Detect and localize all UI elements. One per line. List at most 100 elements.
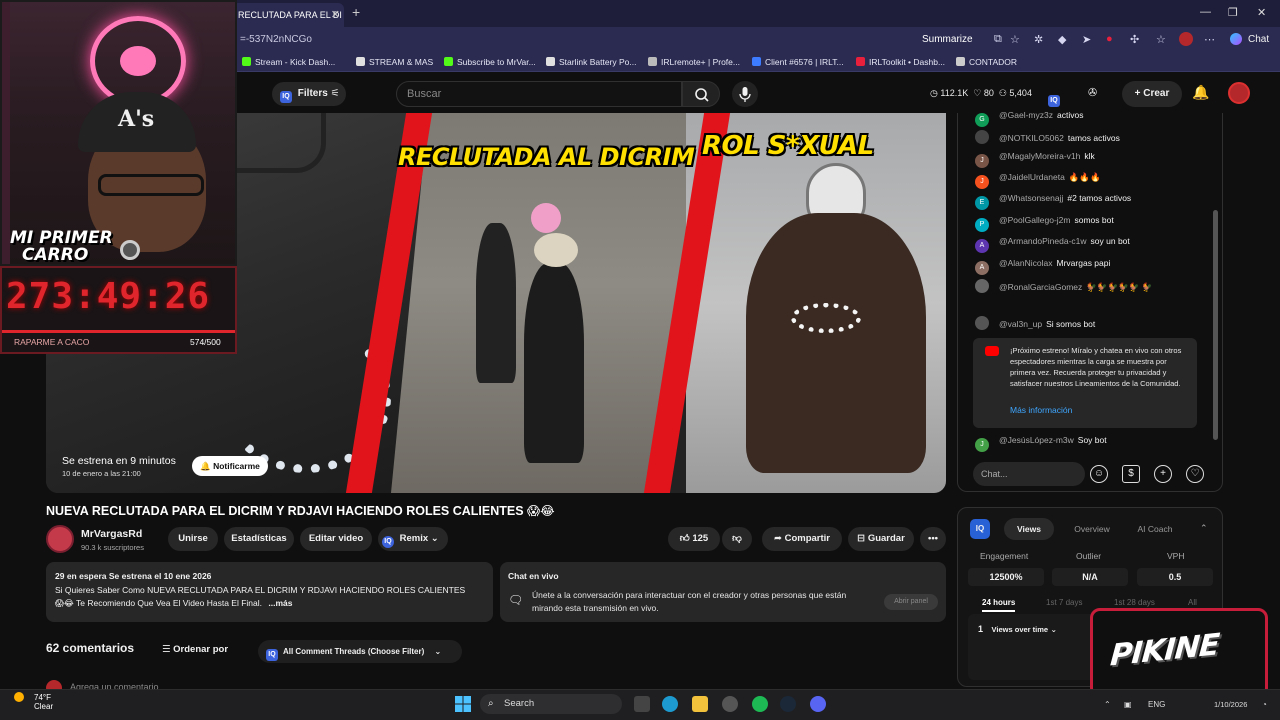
bookmark-item[interactable]: IRLToolkit • Dashb... [856, 57, 945, 67]
chat-username[interactable]: @ArmandoPineda-c1w [999, 236, 1087, 246]
extension-icon[interactable]: ✲ [1034, 33, 1043, 46]
tab-close-icon[interactable]: ✕ [331, 3, 340, 27]
search-input[interactable]: Buscar [396, 81, 682, 107]
maximize-icon[interactable]: ❐ [1228, 6, 1238, 19]
notifications-bell-icon[interactable]: 🔔 [1192, 84, 1209, 101]
bookmark-item[interactable]: Subscribe to MrVar... [444, 57, 536, 67]
weather-widget[interactable]: 74°F Clear [22, 693, 53, 711]
comment-thread-filter[interactable]: IQ All Comment Threads (Choose Filter) ⌄ [258, 640, 462, 663]
chat-scrollbar[interactable] [1213, 210, 1218, 440]
new-tab-button[interactable]: + [352, 4, 360, 20]
metric-selector[interactable]: 1 Views over time ⌄ [978, 624, 1057, 634]
create-button[interactable]: + Crear [1122, 81, 1182, 107]
range-28d[interactable]: 1st 28 days [1114, 598, 1155, 607]
open-panel-button[interactable]: Abrir panel [884, 594, 938, 610]
windows-start-icon[interactable] [455, 696, 471, 712]
voice-search-button[interactable] [732, 81, 758, 107]
bookmark-item[interactable]: STREAM & MAS [356, 57, 433, 67]
chat-username[interactable]: @JesúsLópez-m3w [999, 435, 1074, 445]
steam-icon[interactable] [780, 696, 796, 712]
tab-ai-coach[interactable]: AI Coach [1126, 518, 1184, 540]
collapse-chevron-icon[interactable]: ⌃ [1200, 523, 1208, 534]
extensions-puzzle-icon[interactable]: ✣ [1130, 33, 1139, 46]
chat-username[interactable]: @MagalyMoreira-v1h [999, 151, 1080, 161]
profile-avatar-icon[interactable] [1179, 32, 1193, 46]
add-icon[interactable]: + [1154, 465, 1172, 483]
range-24h[interactable]: 24 hours [982, 598, 1016, 612]
chat-username[interactable]: @PoolGallego-j2m [999, 215, 1070, 225]
search-button[interactable] [682, 81, 720, 107]
chat-username[interactable]: @val3n_up [999, 319, 1042, 329]
chat-username[interactable]: @NOTKILO5062 [999, 133, 1064, 143]
chat-username[interactable]: @Gael-myz3z [999, 110, 1053, 120]
dislike-button[interactable]: 👎︎ [722, 527, 752, 551]
close-window-icon[interactable]: ✕ [1257, 6, 1266, 19]
chat-avatar: J [975, 154, 989, 168]
filters-button[interactable]: IQ Filters ⚟ [272, 82, 346, 106]
show-more-link[interactable]: ...más [268, 598, 292, 608]
chat-avatar [975, 130, 989, 144]
bookmark-item[interactable]: Stream - Kick Dash... [242, 57, 335, 67]
task-view-icon[interactable] [634, 696, 650, 712]
sort-label: Ordenar por [173, 644, 229, 655]
reader-icon[interactable]: ⧉ [994, 33, 1002, 46]
chat-username[interactable]: @JaidelUrdaneta [999, 172, 1065, 182]
collections-icon[interactable]: ☆ [1156, 33, 1166, 46]
summarize-button[interactable]: Summarize [922, 34, 973, 45]
url-field[interactable]: =-537N2nNCGo [240, 34, 312, 45]
bookmark-item[interactable]: CONTADOR [956, 57, 1017, 67]
bookmark-item[interactable]: Client #6576 | IRLT... [752, 57, 844, 67]
iq-badge-icon: IQ [970, 519, 990, 539]
more-info-link[interactable]: Más información [1010, 405, 1072, 415]
obs-icon[interactable] [722, 696, 738, 712]
language-indicator[interactable]: ENG [1148, 700, 1165, 709]
chat-button[interactable]: Chat [1248, 34, 1269, 45]
bookmark-item[interactable]: Starlink Battery Po... [546, 57, 636, 67]
edge-icon[interactable] [662, 696, 678, 712]
edit-video-button[interactable]: Editar video [300, 527, 372, 551]
emoji-icon[interactable]: ☺ [1090, 465, 1108, 483]
range-all[interactable]: All [1188, 598, 1197, 607]
share-button[interactable]: ➦ Compartir [762, 527, 842, 551]
tray-app-icon[interactable]: ▣ [1124, 700, 1132, 709]
notification-center-icon[interactable]: ◔ [1262, 700, 1267, 709]
iq-menu-icon[interactable]: IQ [1048, 87, 1063, 107]
spotify-icon[interactable] [752, 696, 768, 712]
extension-diamond-icon[interactable]: ◆ [1058, 33, 1066, 46]
file-explorer-icon[interactable] [692, 696, 708, 712]
chat-username[interactable]: @Whatsonsenajj [999, 193, 1063, 203]
notify-me-button[interactable]: 🔔 Notificarme [192, 456, 268, 476]
heart-icon[interactable]: ♡ [1186, 465, 1204, 483]
remix-icon: IQ [382, 536, 394, 548]
copilot-icon[interactable] [1230, 33, 1242, 45]
account-avatar[interactable] [1228, 82, 1250, 104]
more-menu-icon[interactable]: ⋯ [1204, 33, 1215, 46]
minimize-icon[interactable]: — [1200, 6, 1211, 18]
clock-date[interactable]: 1/10/2026 [1214, 700, 1247, 709]
sort-comments-button[interactable]: ☰ Ordenar por [162, 644, 228, 655]
extension-red-icon[interactable]: ● [1106, 33, 1113, 45]
save-button[interactable]: ⊟ Guardar [848, 527, 914, 551]
channel-name[interactable]: MrVargasRd [81, 528, 142, 540]
tab-views[interactable]: Views [1004, 518, 1054, 540]
channel-avatar[interactable] [46, 525, 74, 553]
tray-chevron-icon[interactable]: ⌃ [1104, 700, 1111, 709]
chat-username[interactable]: @RonalGarciaGomez [999, 282, 1082, 292]
extension-menu-icon[interactable]: ✇ [1088, 86, 1097, 99]
chat-input[interactable]: Chat... [973, 462, 1085, 486]
taskbar-search[interactable]: Search [480, 694, 622, 714]
like-button[interactable]: 👍︎ 125 [668, 527, 720, 551]
extension-arrow-icon[interactable]: ➤ [1082, 33, 1091, 46]
range-7d[interactable]: 1st 7 days [1046, 598, 1082, 607]
tab-overview[interactable]: Overview [1062, 518, 1122, 540]
join-button[interactable]: Unirse [168, 527, 218, 551]
discord-icon[interactable] [810, 696, 826, 712]
browser-tab-active[interactable]: RECLUTADA PARA EL DI ✕ [232, 3, 344, 27]
chat-username[interactable]: @AlanNicolax [999, 258, 1053, 268]
super-chat-icon[interactable]: $ [1122, 465, 1140, 483]
favorite-star-icon[interactable]: ☆ [1010, 33, 1020, 46]
bookmark-item[interactable]: IRLremote+ | Profe... [648, 57, 740, 67]
remix-button[interactable]: IQ Remix ⌄ [378, 527, 448, 551]
analytics-button[interactable]: Estadísticas [224, 527, 294, 551]
more-actions-button[interactable]: ••• [920, 527, 946, 551]
